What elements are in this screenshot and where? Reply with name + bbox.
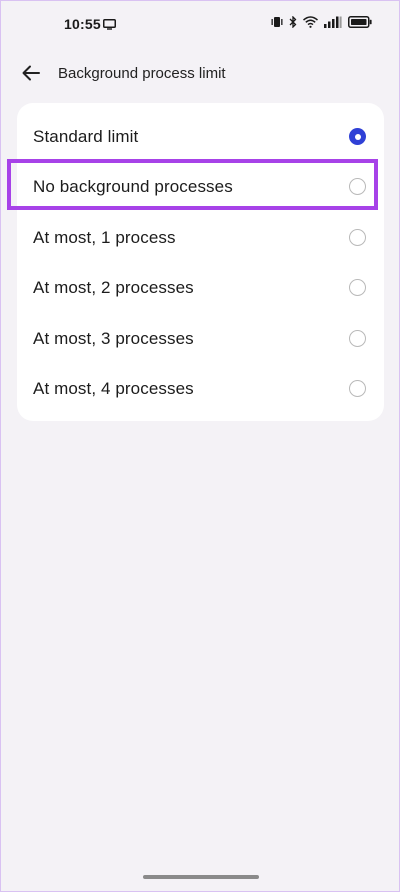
option-label: At most, 1 process [33, 228, 176, 247]
cast-icon [103, 17, 116, 35]
battery-icon [348, 16, 372, 28]
app-header: Background process limit [1, 57, 399, 91]
options-card: Standard limit No background processes A… [17, 103, 384, 421]
wifi-icon [303, 16, 318, 28]
radio-button[interactable] [349, 229, 366, 246]
arrow-left-icon [19, 65, 45, 88]
signal-icon [324, 16, 342, 28]
option-at-most-4[interactable]: At most, 4 processes [17, 364, 384, 414]
option-no-background-processes[interactable]: No background processes [17, 162, 384, 212]
radio-button[interactable] [349, 380, 366, 397]
status-time: 10:55 [64, 16, 101, 32]
option-label: At most, 3 processes [33, 329, 194, 348]
option-at-most-1[interactable]: At most, 1 process [17, 213, 384, 263]
option-standard-limit[interactable]: Standard limit [17, 112, 384, 162]
option-label: Standard limit [33, 127, 139, 146]
option-at-most-2[interactable]: At most, 2 processes [17, 263, 384, 313]
vibrate-icon [271, 16, 283, 28]
option-at-most-3[interactable]: At most, 3 processes [17, 314, 384, 364]
bluetooth-icon [289, 16, 297, 28]
option-label: No background processes [33, 177, 233, 196]
screen: 10:55 Background process limit Standard … [0, 0, 400, 892]
radio-button[interactable] [349, 279, 366, 296]
option-label: At most, 2 processes [33, 278, 194, 297]
back-button[interactable] [19, 62, 45, 84]
page-title: Background process limit [58, 65, 226, 82]
home-indicator[interactable] [143, 875, 259, 879]
radio-button[interactable] [349, 178, 366, 195]
radio-button[interactable] [349, 330, 366, 347]
radio-button-selected[interactable] [349, 128, 366, 145]
status-bar: 10:55 [1, 1, 399, 47]
status-icons [271, 16, 372, 28]
option-label: At most, 4 processes [33, 379, 194, 398]
